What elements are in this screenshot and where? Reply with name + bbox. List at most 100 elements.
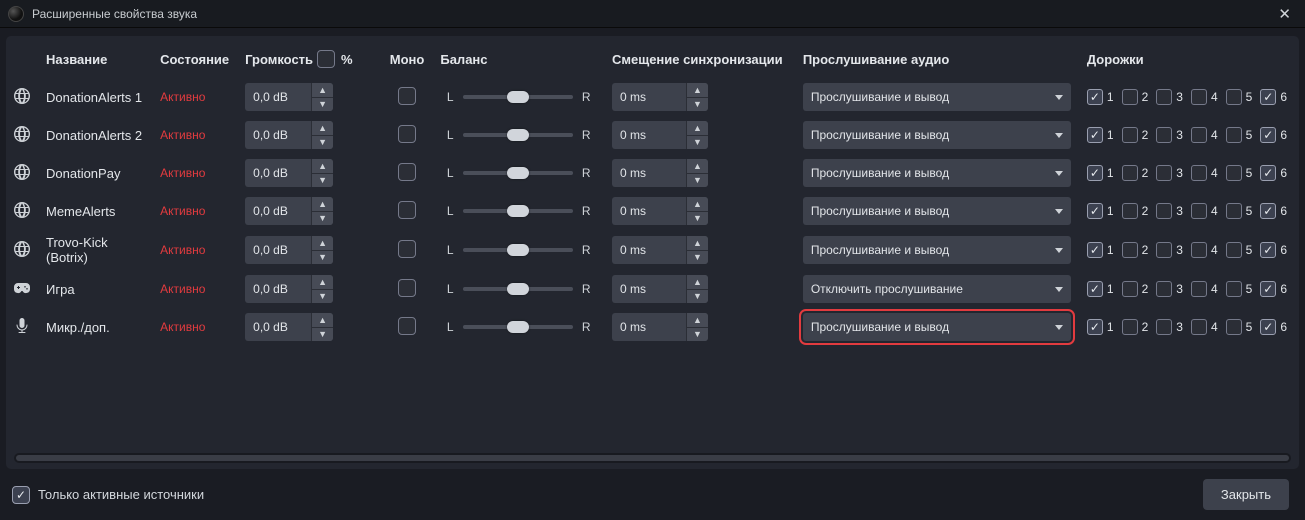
chevron-down-icon[interactable]: ▼ [687,174,708,188]
track-3-checkbox[interactable] [1156,319,1172,335]
track-4-checkbox[interactable] [1191,203,1207,219]
chevron-up-icon[interactable]: ▲ [312,121,333,136]
chevron-down-icon[interactable]: ▼ [687,98,708,112]
chevron-up-icon[interactable]: ▲ [687,121,708,136]
monitoring-select[interactable]: Прослушивание и вывод [803,121,1071,149]
sync-offset-spinbox[interactable]: 0 ms▲▼ [612,121,708,149]
chevron-up-icon[interactable]: ▲ [312,197,333,212]
chevron-up-icon[interactable]: ▲ [687,313,708,328]
track-3-checkbox[interactable] [1156,89,1172,105]
track-4-checkbox[interactable] [1191,89,1207,105]
track-2-checkbox[interactable] [1122,281,1138,297]
volume-spinbox[interactable]: 0,0 dB▲▼ [245,313,333,341]
mono-checkbox[interactable] [398,317,416,335]
volume-spinbox[interactable]: 0,0 dB▲▼ [245,83,333,111]
track-2-checkbox[interactable] [1122,319,1138,335]
track-2-checkbox[interactable] [1122,89,1138,105]
slider-thumb[interactable] [507,205,529,217]
slider-thumb[interactable] [507,167,529,179]
track-6-checkbox[interactable] [1260,281,1276,297]
track-5-checkbox[interactable] [1226,319,1242,335]
sync-offset-spinbox[interactable]: 0 ms▲▼ [612,236,708,264]
slider-thumb[interactable] [507,91,529,103]
slider-thumb[interactable] [507,244,529,256]
monitoring-select[interactable]: Отключить прослушивание [803,275,1071,303]
track-6-checkbox[interactable] [1260,319,1276,335]
chevron-down-icon[interactable]: ▼ [312,136,333,150]
track-6-checkbox[interactable] [1260,203,1276,219]
track-2-checkbox[interactable] [1122,203,1138,219]
balance-slider[interactable] [463,318,573,336]
chevron-up-icon[interactable]: ▲ [687,159,708,174]
chevron-up-icon[interactable]: ▲ [312,236,333,251]
track-1-checkbox[interactable] [1087,242,1103,258]
track-5-checkbox[interactable] [1226,203,1242,219]
slider-thumb[interactable] [507,283,529,295]
chevron-down-icon[interactable]: ▼ [687,328,708,342]
chevron-up-icon[interactable]: ▲ [687,83,708,98]
mono-checkbox[interactable] [398,201,416,219]
track-5-checkbox[interactable] [1226,165,1242,181]
chevron-up-icon[interactable]: ▲ [687,197,708,212]
volume-spinbox[interactable]: 0,0 dB▲▼ [245,236,333,264]
track-1-checkbox[interactable] [1087,127,1103,143]
close-button[interactable]: Закрыть [1203,479,1289,510]
mono-checkbox[interactable] [398,163,416,181]
mono-checkbox[interactable] [398,87,416,105]
chevron-up-icon[interactable]: ▲ [312,313,333,328]
track-4-checkbox[interactable] [1191,281,1207,297]
track-2-checkbox[interactable] [1122,127,1138,143]
track-5-checkbox[interactable] [1226,89,1242,105]
track-5-checkbox[interactable] [1226,281,1242,297]
track-5-checkbox[interactable] [1226,127,1242,143]
percent-toggle-checkbox[interactable] [317,50,335,68]
track-6-checkbox[interactable] [1260,165,1276,181]
sync-offset-spinbox[interactable]: 0 ms▲▼ [612,197,708,225]
slider-thumb[interactable] [507,129,529,141]
balance-slider[interactable] [463,241,573,259]
track-4-checkbox[interactable] [1191,242,1207,258]
volume-spinbox[interactable]: 0,0 dB▲▼ [245,121,333,149]
monitoring-select[interactable]: Прослушивание и вывод [803,236,1071,264]
chevron-up-icon[interactable]: ▲ [312,275,333,290]
track-1-checkbox[interactable] [1087,165,1103,181]
track-3-checkbox[interactable] [1156,203,1172,219]
track-4-checkbox[interactable] [1191,319,1207,335]
chevron-down-icon[interactable]: ▼ [312,98,333,112]
track-2-checkbox[interactable] [1122,242,1138,258]
active-sources-only-checkbox[interactable] [12,486,30,504]
mono-checkbox[interactable] [398,240,416,258]
monitoring-select[interactable]: Прослушивание и вывод [803,197,1071,225]
chevron-down-icon[interactable]: ▼ [687,212,708,226]
chevron-down-icon[interactable]: ▼ [687,290,708,304]
balance-slider[interactable] [463,164,573,182]
track-1-checkbox[interactable] [1087,319,1103,335]
balance-slider[interactable] [463,280,573,298]
track-2-checkbox[interactable] [1122,165,1138,181]
horizontal-scrollbar[interactable] [14,453,1291,463]
chevron-down-icon[interactable]: ▼ [312,174,333,188]
track-5-checkbox[interactable] [1226,242,1242,258]
track-3-checkbox[interactable] [1156,281,1172,297]
volume-spinbox[interactable]: 0,0 dB▲▼ [245,159,333,187]
scrollbar-thumb[interactable] [16,455,1289,461]
monitoring-select[interactable]: Прослушивание и вывод [803,159,1071,187]
chevron-up-icon[interactable]: ▲ [312,83,333,98]
sync-offset-spinbox[interactable]: 0 ms▲▼ [612,159,708,187]
chevron-up-icon[interactable]: ▲ [687,275,708,290]
mono-checkbox[interactable] [398,279,416,297]
monitoring-select[interactable]: Прослушивание и вывод [803,313,1071,341]
monitoring-select[interactable]: Прослушивание и вывод [803,83,1071,111]
sync-offset-spinbox[interactable]: 0 ms▲▼ [612,83,708,111]
chevron-down-icon[interactable]: ▼ [312,290,333,304]
track-6-checkbox[interactable] [1260,89,1276,105]
balance-slider[interactable] [463,88,573,106]
track-1-checkbox[interactable] [1087,281,1103,297]
track-1-checkbox[interactable] [1087,89,1103,105]
track-1-checkbox[interactable] [1087,203,1103,219]
track-3-checkbox[interactable] [1156,242,1172,258]
track-4-checkbox[interactable] [1191,127,1207,143]
chevron-down-icon[interactable]: ▼ [687,251,708,265]
chevron-down-icon[interactable]: ▼ [687,136,708,150]
sync-offset-spinbox[interactable]: 0 ms▲▼ [612,313,708,341]
